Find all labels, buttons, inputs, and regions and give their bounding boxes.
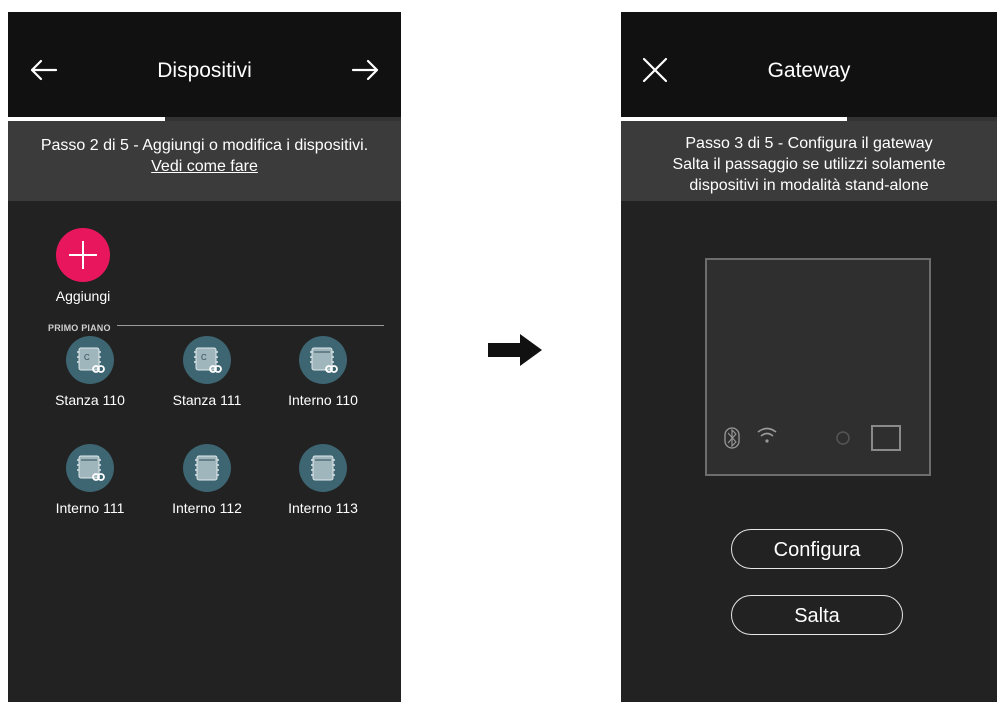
devices-screen: Dispositivi Passo 2 di 5 - Aggiungi o mo… bbox=[8, 12, 401, 702]
page-title: Dispositivi bbox=[157, 59, 252, 82]
wifi-icon bbox=[757, 427, 777, 443]
next-arrow-icon[interactable] bbox=[347, 52, 383, 88]
add-button[interactable] bbox=[56, 228, 110, 282]
device-item[interactable]: Interno 113 bbox=[268, 444, 378, 516]
section-label: PRIMO PIANO bbox=[48, 323, 117, 333]
device-item[interactable]: Interno 112 bbox=[152, 444, 262, 516]
room-thermostat-link-icon: C bbox=[183, 336, 231, 384]
device-item[interactable]: Interno 110 bbox=[268, 336, 378, 408]
transition-arrow-icon bbox=[486, 334, 544, 371]
add-label: Aggiungi bbox=[55, 288, 111, 304]
gateway-device-illustration bbox=[705, 258, 931, 476]
button-square-icon bbox=[871, 425, 901, 451]
skip-button[interactable]: Salta bbox=[731, 595, 903, 635]
svg-text:C: C bbox=[84, 353, 90, 362]
device-label: Interno 111 bbox=[55, 500, 125, 516]
help-link[interactable]: Vedi come fare bbox=[151, 156, 258, 177]
configure-button[interactable]: Configura bbox=[731, 529, 903, 569]
internal-unit-link-icon bbox=[66, 444, 114, 492]
step-text-line: dispositivi in modalità stand-alone bbox=[689, 177, 929, 194]
gateway-screen: Gateway Passo 3 di 5 - Configura il gate… bbox=[621, 12, 997, 702]
device-item[interactable]: C Stanza 111 bbox=[152, 336, 262, 408]
svg-text:C: C bbox=[201, 353, 207, 362]
status-led-icon bbox=[836, 431, 850, 445]
device-label: Interno 110 bbox=[288, 392, 358, 408]
page-title: Gateway bbox=[767, 59, 851, 82]
floor-section-header: PRIMO PIANO bbox=[48, 318, 384, 334]
device-label: Interno 113 bbox=[288, 500, 358, 516]
step-text-line: Salta il passaggio se utilizzi solamente bbox=[672, 156, 946, 173]
bluetooth-icon bbox=[724, 427, 740, 449]
device-label: Stanza 111 bbox=[172, 392, 242, 408]
internal-unit-icon bbox=[183, 444, 231, 492]
device-label: Interno 112 bbox=[172, 500, 242, 516]
step-banner: Passo 3 di 5 - Configura il gateway Salt… bbox=[621, 121, 997, 201]
step-text: Passo 2 di 5 - Aggiungi o modifica i dis… bbox=[40, 137, 369, 154]
device-label: Stanza 110 bbox=[55, 392, 125, 408]
internal-unit-link-icon bbox=[299, 336, 347, 384]
step-text-line: Passo 3 di 5 - Configura il gateway bbox=[685, 135, 933, 152]
device-item[interactable]: Interno 111 bbox=[35, 444, 145, 516]
step-banner: Passo 2 di 5 - Aggiungi o modifica i dis… bbox=[8, 121, 401, 201]
top-bar: Dispositivi bbox=[8, 12, 401, 117]
internal-unit-icon bbox=[299, 444, 347, 492]
room-thermostat-link-icon: C bbox=[66, 336, 114, 384]
plus-icon bbox=[69, 241, 97, 269]
device-item[interactable]: C Stanza 110 bbox=[35, 336, 145, 408]
add-device[interactable]: Aggiungi bbox=[52, 228, 114, 304]
top-bar: Gateway bbox=[621, 12, 997, 117]
